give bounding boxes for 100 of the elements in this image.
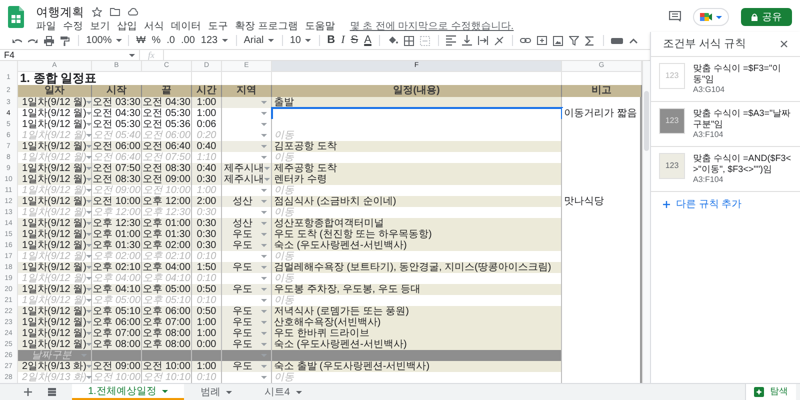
strikethrough-button[interactable]: S [350, 35, 358, 46]
dropdown-cell[interactable] [222, 251, 272, 263]
add-rule-button[interactable]: 다른 규칙 추가 [651, 192, 800, 216]
bold-button[interactable]: B [327, 35, 336, 46]
dropdown-cell[interactable]: 우도 [222, 262, 272, 274]
dropdown-cell[interactable]: 우도 [222, 306, 272, 318]
dropdown-cell[interactable]: 우도 [222, 328, 272, 340]
dropdown-cell[interactable]: 우도 [222, 339, 272, 351]
cloud-icon[interactable] [128, 6, 138, 16]
dropdown-cell[interactable] [222, 141, 272, 153]
table-cell[interactable]: 숙소 출발 (우도사랑펜션-서빈백사) [272, 361, 562, 373]
menu-item[interactable]: 삽입 [117, 20, 137, 32]
dropdown-cell[interactable] [222, 273, 272, 285]
last-edit-link[interactable]: 몇 초 전에 마지막으로 수정했습니다. [350, 20, 514, 32]
borders-icon[interactable] [404, 36, 414, 46]
dropdown-cell[interactable]: 1일차(9/12 월) [18, 108, 92, 120]
table-cell[interactable]: 산호해수욕장(서빈백사) [272, 317, 562, 329]
undo-icon[interactable] [12, 37, 22, 44]
menu-item[interactable]: 데이터 [171, 20, 201, 32]
dropdown-cell[interactable] [222, 185, 272, 197]
dropdown-cell[interactable]: 1일차(9/12 월) [18, 306, 92, 318]
currency-button[interactable]: ₩ [136, 36, 146, 46]
dropdown-cell[interactable]: 1일차(9/12 월) [18, 317, 92, 329]
rule-card[interactable]: 123 맞춤 수식이 =AND($F3<>"이동", $F3<>"")임 A3:F104 [651, 147, 800, 192]
sheet-tab[interactable]: 시트4 [248, 384, 318, 400]
insert-comment-icon[interactable] [536, 36, 547, 46]
decrease-decimal-button[interactable]: .0 [166, 36, 175, 46]
comment-icon[interactable] [669, 11, 681, 23]
dropdown-cell[interactable] [222, 97, 272, 109]
table-cell[interactable] [272, 350, 562, 362]
font-dropdown[interactable]: Arial [244, 36, 274, 46]
sheet-tab[interactable]: 범례 [184, 384, 248, 400]
dropdown-cell[interactable] [222, 350, 272, 362]
dropdown-cell[interactable]: 우도 [222, 361, 272, 373]
dropdown-cell[interactable]: 1일차(9/12 월) [18, 328, 92, 340]
dropdown-cell[interactable]: 제주시내 [222, 174, 272, 186]
align-bottom-icon[interactable] [462, 35, 472, 46]
dropdown-cell[interactable]: 성산 [222, 218, 272, 230]
print-icon[interactable] [44, 36, 54, 46]
menu-item[interactable]: 확장 프로그램 [235, 20, 298, 32]
vertical-scrollbar[interactable] [642, 61, 650, 383]
dropdown-cell[interactable]: 우도 [222, 284, 272, 296]
percent-button[interactable]: % [152, 36, 161, 46]
folder-icon[interactable] [110, 6, 120, 16]
fill-color-icon[interactable] [388, 36, 398, 45]
dropdown-cell[interactable]: 우도 [222, 229, 272, 241]
dropdown-cell[interactable]: 1일차(9/12 월) [18, 119, 92, 131]
explore-button[interactable]: 탐색 [745, 384, 796, 400]
dropdown-cell[interactable]: 우도 [222, 317, 272, 329]
number-format-dropdown[interactable]: 123 [200, 36, 228, 46]
table-cell[interactable]: 김포공항 도착 [272, 141, 562, 153]
table-cell[interactable]: 저녁식사 (로뎀가든 또는 풍원) [272, 306, 562, 318]
dropdown-cell[interactable]: 1일차(9/12 월) [18, 262, 92, 274]
sum-icon[interactable] [584, 36, 595, 46]
rule-card[interactable]: 123 맞춤 수식이 =$A3="날짜구분"임 A3:F104 [651, 102, 800, 147]
table-cell[interactable]: 검멀레해수욕장 (보트타기), 동안경굴, 지미스(땅콩아이스크림) [272, 262, 562, 274]
dropdown-cell[interactable] [222, 295, 272, 307]
dropdown-cell[interactable] [222, 372, 272, 383]
table-cell[interactable]: 성산포항종합여객터미널 [272, 218, 562, 230]
dropdown-cell[interactable]: 1일차(9/12 월) [18, 229, 92, 241]
dropdown-cell[interactable]: 1일차(9/12 월) [18, 240, 92, 252]
table-cell[interactable]: 숙소 (우도사랑펜션-서빈백사) [272, 240, 562, 252]
increase-decimal-button[interactable]: .00 [180, 36, 195, 46]
menu-item[interactable]: 서식 [144, 20, 164, 32]
dropdown-cell[interactable] [222, 152, 272, 164]
menu-item[interactable]: 파일 [36, 20, 56, 32]
italic-button[interactable]: I [341, 35, 345, 46]
merge-cells-icon[interactable] [420, 36, 430, 46]
sheet-list-icon[interactable] [48, 388, 56, 396]
dropdown-cell[interactable] [222, 207, 272, 219]
rule-card[interactable]: 123 맞춤 수식이 =$F3="이동"임 A3:G104 [651, 57, 800, 102]
dropdown-cell[interactable]: 1일차(9/12 월) [18, 339, 92, 351]
table-cell[interactable]: 렌터카 수령 [272, 174, 562, 186]
table-cell[interactable] [272, 108, 562, 120]
dropdown-cell[interactable]: 1일차(9/12 월) [18, 196, 92, 208]
dropdown-cell[interactable] [222, 130, 272, 142]
menu-item[interactable]: 보기 [90, 20, 110, 32]
sheet-tab[interactable]: 1.전체예상일정 [72, 384, 184, 400]
table-cell[interactable]: 제주공항 도착 [272, 163, 562, 175]
dropdown-cell[interactable]: 1일차(9/12 월) [18, 218, 92, 230]
chevron-up-icon[interactable] [629, 38, 638, 44]
dropdown-cell[interactable]: 성산 [222, 196, 272, 208]
redo-icon[interactable] [28, 37, 38, 44]
menu-item[interactable]: 도구 [208, 20, 228, 32]
filter-icon[interactable] [568, 36, 579, 46]
dropdown-cell[interactable]: 1일차(9/12 월) [18, 284, 92, 296]
input-tools-icon[interactable] [611, 36, 624, 44]
menu-item[interactable]: 수정 [63, 20, 83, 32]
add-sheet-icon[interactable] [24, 388, 32, 396]
table-cell[interactable]: 점심식사 (소금바치 순이네) [272, 196, 562, 208]
table-cell[interactable]: 우도 도착 (천진항 또는 하우목동항) [272, 229, 562, 241]
star-icon[interactable] [92, 6, 102, 16]
dropdown-cell[interactable]: 우도 [222, 240, 272, 252]
text-color-button[interactable]: A [364, 35, 372, 46]
dropdown-cell[interactable]: 1일차(9/12 월) [18, 97, 92, 109]
font-size-dropdown[interactable]: 10 [290, 36, 311, 46]
table-cell[interactable]: 숙소 (우도사랑펜션-서빈백사) [272, 339, 562, 351]
dropdown-cell[interactable]: 1일차(9/12 월) [18, 174, 92, 186]
table-cell[interactable]: 우도 한바퀴 드라이브 [272, 328, 562, 340]
link-icon[interactable] [520, 37, 531, 44]
